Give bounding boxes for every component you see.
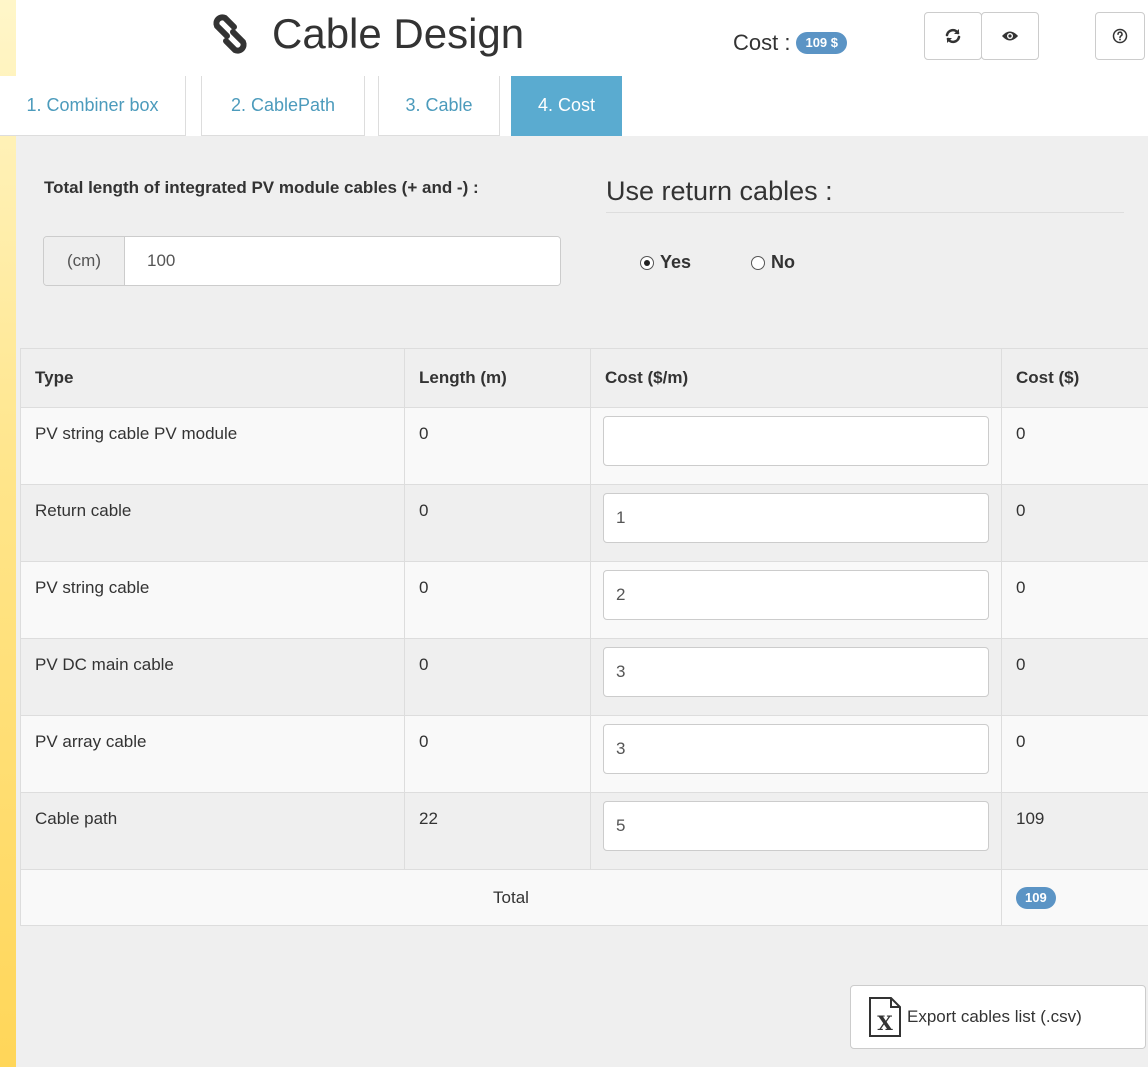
header-cost: Cost : 109 $ <box>733 30 848 56</box>
pv-cable-length-label: Total length of integrated PV module cab… <box>44 178 479 197</box>
cost-label: Cost : <box>733 30 791 55</box>
cell-type: PV string cable <box>20 561 405 639</box>
cell-cost-per-m <box>590 792 1002 870</box>
radio-yes-label: Yes <box>660 252 692 272</box>
page-title: Cable Design <box>204 10 524 58</box>
cell-cost-per-m <box>590 638 1002 716</box>
cell-length: 0 <box>404 407 591 485</box>
refresh-icon <box>945 28 961 44</box>
eye-icon <box>1002 31 1018 41</box>
radio-no[interactable] <box>751 255 765 270</box>
cell-cost: 0 <box>1001 484 1148 562</box>
divider <box>606 212 1124 213</box>
cell-length: 0 <box>404 638 591 716</box>
tab-label: 4. Cost <box>537 95 596 115</box>
table-total-row: Total 109 <box>20 869 1148 926</box>
header-length: Length (m) <box>404 348 591 408</box>
export-label: Export cables list (.csv) <box>907 1007 1082 1026</box>
table-row: Cable path 22 109 <box>20 792 1148 870</box>
cell-type: PV string cable PV module <box>20 407 405 485</box>
cell-type: PV DC main cable <box>20 638 405 716</box>
cell-type: Return cable <box>20 484 405 562</box>
tab-cable[interactable]: 3. Cable <box>378 76 500 136</box>
cell-cost-per-m <box>590 715 1002 793</box>
cell-cost: 0 <box>1001 715 1148 793</box>
cell-cost-per-m <box>590 561 1002 639</box>
tab-label: 2. CablePath <box>230 95 336 115</box>
table-row: Return cable 0 0 <box>20 484 1148 562</box>
cost-per-m-input[interactable] <box>603 416 989 466</box>
return-cables-heading: Use return cables : <box>606 176 833 206</box>
view-button[interactable] <box>981 12 1039 60</box>
help-button[interactable] <box>1095 12 1145 60</box>
pv-cable-length-input[interactable] <box>125 237 560 285</box>
cell-length: 0 <box>404 484 591 562</box>
excel-file-icon: X <box>869 997 901 1037</box>
table-header-row: Type Length (m) Cost ($/m) Cost ($) <box>20 348 1148 408</box>
export-cables-button[interactable]: X Export cables list (.csv) <box>850 985 1146 1049</box>
table-row: PV array cable 0 0 <box>20 715 1148 793</box>
header-cost-per-m: Cost ($/m) <box>590 348 1002 408</box>
header-type: Type <box>20 348 405 408</box>
cost-per-m-input[interactable] <box>603 570 989 620</box>
cell-type: Cable path <box>20 792 405 870</box>
tab-label: 3. Cable <box>405 95 473 115</box>
cost-per-m-input[interactable] <box>603 724 989 774</box>
cell-cost: 0 <box>1001 638 1148 716</box>
cable-cost-table: Type Length (m) Cost ($/m) Cost ($) PV s… <box>20 348 1148 926</box>
total-cell: 109 <box>1001 869 1148 926</box>
header-cost: Cost ($) <box>1001 348 1148 408</box>
tab-label: 1. Combiner box <box>26 95 159 115</box>
radio-yes[interactable] <box>640 255 654 270</box>
cost-per-m-input[interactable] <box>603 801 989 851</box>
cost-per-m-input[interactable] <box>603 493 989 543</box>
table-row: PV string cable PV module 0 0 <box>20 407 1148 485</box>
cost-panel: Total length of integrated PV module cab… <box>16 136 1148 1067</box>
table-row: PV string cable 0 0 <box>20 561 1148 639</box>
tab-bar: 1. Combiner box 2. CablePath 3. Cable 4.… <box>0 76 1148 136</box>
cost-badge: 109 $ <box>796 32 848 54</box>
cost-per-m-input[interactable] <box>603 647 989 697</box>
refresh-button[interactable] <box>924 12 982 60</box>
cell-cost: 109 <box>1001 792 1148 870</box>
pv-cable-length-group: (cm) <box>43 236 561 286</box>
title-text: Cable Design <box>272 10 525 57</box>
total-label: Total <box>20 869 1002 926</box>
radio-no-label: No <box>771 252 795 272</box>
return-cables-no-option[interactable]: No <box>751 252 795 273</box>
cell-cost: 0 <box>1001 561 1148 639</box>
tab-cost[interactable]: 4. Cost <box>511 76 622 136</box>
cell-length: 0 <box>404 561 591 639</box>
cell-length: 0 <box>404 715 591 793</box>
cell-length: 22 <box>404 792 591 870</box>
table-row: PV DC main cable 0 0 <box>20 638 1148 716</box>
svg-text:X: X <box>877 1011 893 1035</box>
help-icon <box>1112 28 1128 44</box>
length-unit-addon: (cm) <box>44 237 125 285</box>
tab-combiner-box[interactable]: 1. Combiner box <box>0 76 186 136</box>
cell-cost-per-m <box>590 407 1002 485</box>
cell-type: PV array cable <box>20 715 405 793</box>
link-icon <box>213 14 247 54</box>
cell-cost: 0 <box>1001 407 1148 485</box>
total-badge: 109 <box>1016 886 1056 909</box>
return-cables-yes-option[interactable]: Yes <box>640 252 691 273</box>
cell-cost-per-m <box>590 484 1002 562</box>
side-accent-bar <box>0 0 16 1067</box>
header: Cable Design Cost : 109 $ <box>16 0 1148 76</box>
tab-cablepath[interactable]: 2. CablePath <box>201 76 365 136</box>
